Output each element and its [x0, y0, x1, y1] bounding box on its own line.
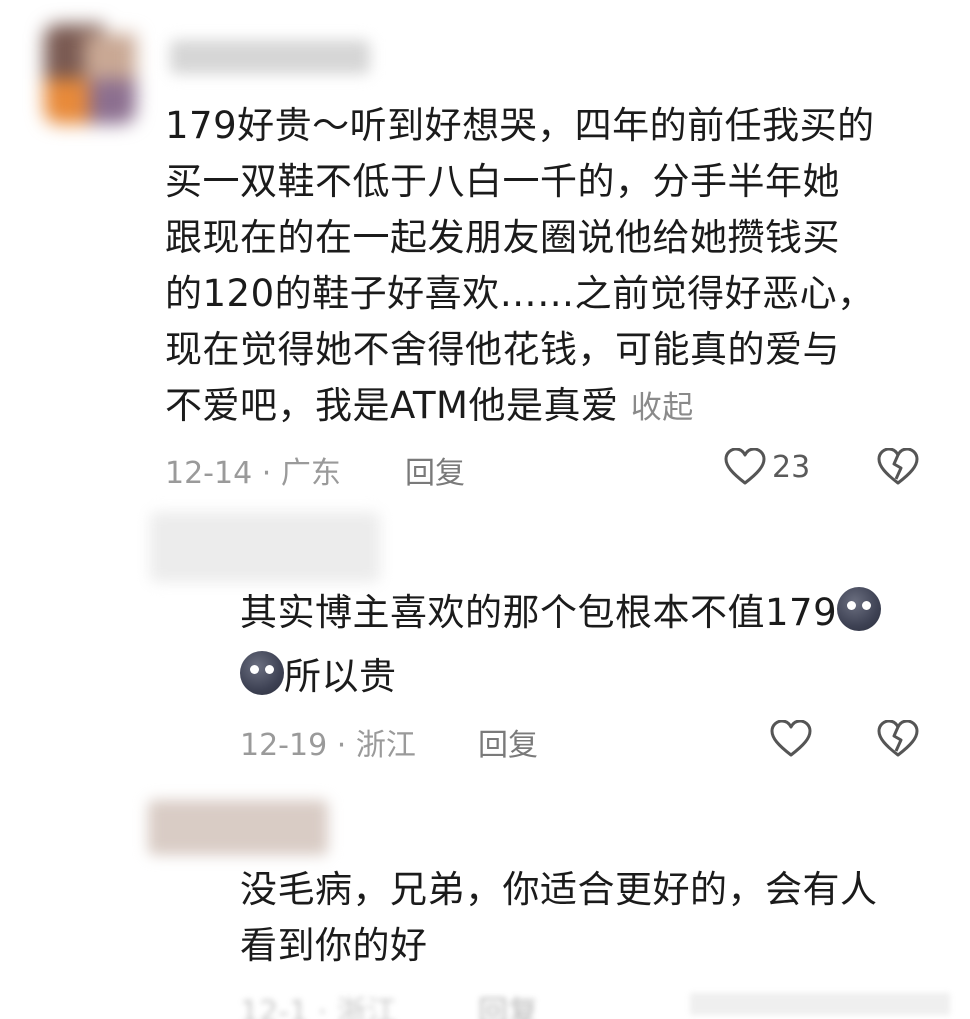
- comment-location: 浙江: [336, 995, 397, 1019]
- comment-date: 12-19: [240, 728, 328, 763]
- comment-date: 12-14: [165, 456, 253, 491]
- dark-face-emoji-icon: [837, 587, 882, 631]
- comment-body: 没毛病，兄弟，你适合更好的，会有人 看到你的好: [240, 862, 940, 974]
- comment-line-text: 其实博主喜欢的那个包根本不值179: [240, 591, 838, 634]
- comment-line: 看到你的好: [240, 924, 428, 967]
- comment-line: 179好贵～听到好想哭，四年的前任我买的: [165, 104, 875, 147]
- meta-separator: ·: [336, 728, 347, 763]
- meta-separator: ·: [317, 995, 328, 1019]
- reply-button[interactable]: 回复: [405, 448, 465, 492]
- comment-date: 12-1: [240, 995, 309, 1019]
- comment-line: 所以贵: [240, 649, 940, 705]
- heart-outline-icon[interactable]: [724, 448, 766, 486]
- commenter-name-blurred[interactable]: [170, 40, 370, 74]
- comment-line: 的120的鞋子好喜欢……之前觉得好恶心，: [165, 272, 875, 315]
- dark-face-emoji-icon: [240, 651, 284, 695]
- heart-outline-icon[interactable]: [770, 720, 812, 758]
- comment-line-text: 所以贵: [284, 655, 397, 698]
- comment-line: 不爱吧，我是ATM他是真爱 收起: [165, 378, 945, 436]
- comment-line: 现在觉得她不舍得他花钱，可能真的爱与: [165, 328, 840, 371]
- reply-avatar-blurred[interactable]: [148, 800, 328, 855]
- reply-button[interactable]: 回复: [478, 987, 538, 1019]
- comment-location: 浙江: [355, 728, 416, 763]
- like-count: 23: [772, 450, 811, 485]
- meta-separator: ·: [261, 456, 272, 491]
- reply-button[interactable]: 回复: [478, 720, 538, 764]
- reply-avatar-blurred[interactable]: [150, 512, 380, 582]
- comment-body: 179好贵～听到好想哭，四年的前任我买的 买一双鞋不低于八白一千的，分手半年她 …: [165, 98, 945, 436]
- watermark-block: [690, 993, 950, 1015]
- comment-line: 跟现在的在一起发朋友圈说他给她攒钱买: [165, 216, 840, 259]
- broken-heart-icon[interactable]: [877, 448, 919, 486]
- comment-body: 其实博主喜欢的那个包根本不值179 所以贵: [240, 585, 940, 705]
- broken-heart-icon[interactable]: [877, 720, 919, 758]
- comment-location: 广东: [280, 456, 341, 491]
- collapse-link[interactable]: 收起: [631, 390, 694, 426]
- comment-line: 没毛病，兄弟，你适合更好的，会有人: [240, 868, 878, 911]
- comment-line: 其实博主喜欢的那个包根本不值179: [240, 585, 940, 641]
- comment-line-text: 不爱吧，我是ATM他是真爱: [165, 384, 619, 427]
- comment-line: 买一双鞋不低于八白一千的，分手半年她: [165, 160, 840, 203]
- commenter-avatar[interactable]: [44, 24, 136, 124]
- comment-meta: 12-19 · 浙江: [240, 720, 416, 764]
- comment-meta: 12-14 · 广东: [165, 448, 341, 492]
- partial-comment-meta: 12-1 · 浙江 回复: [0, 985, 970, 1019]
